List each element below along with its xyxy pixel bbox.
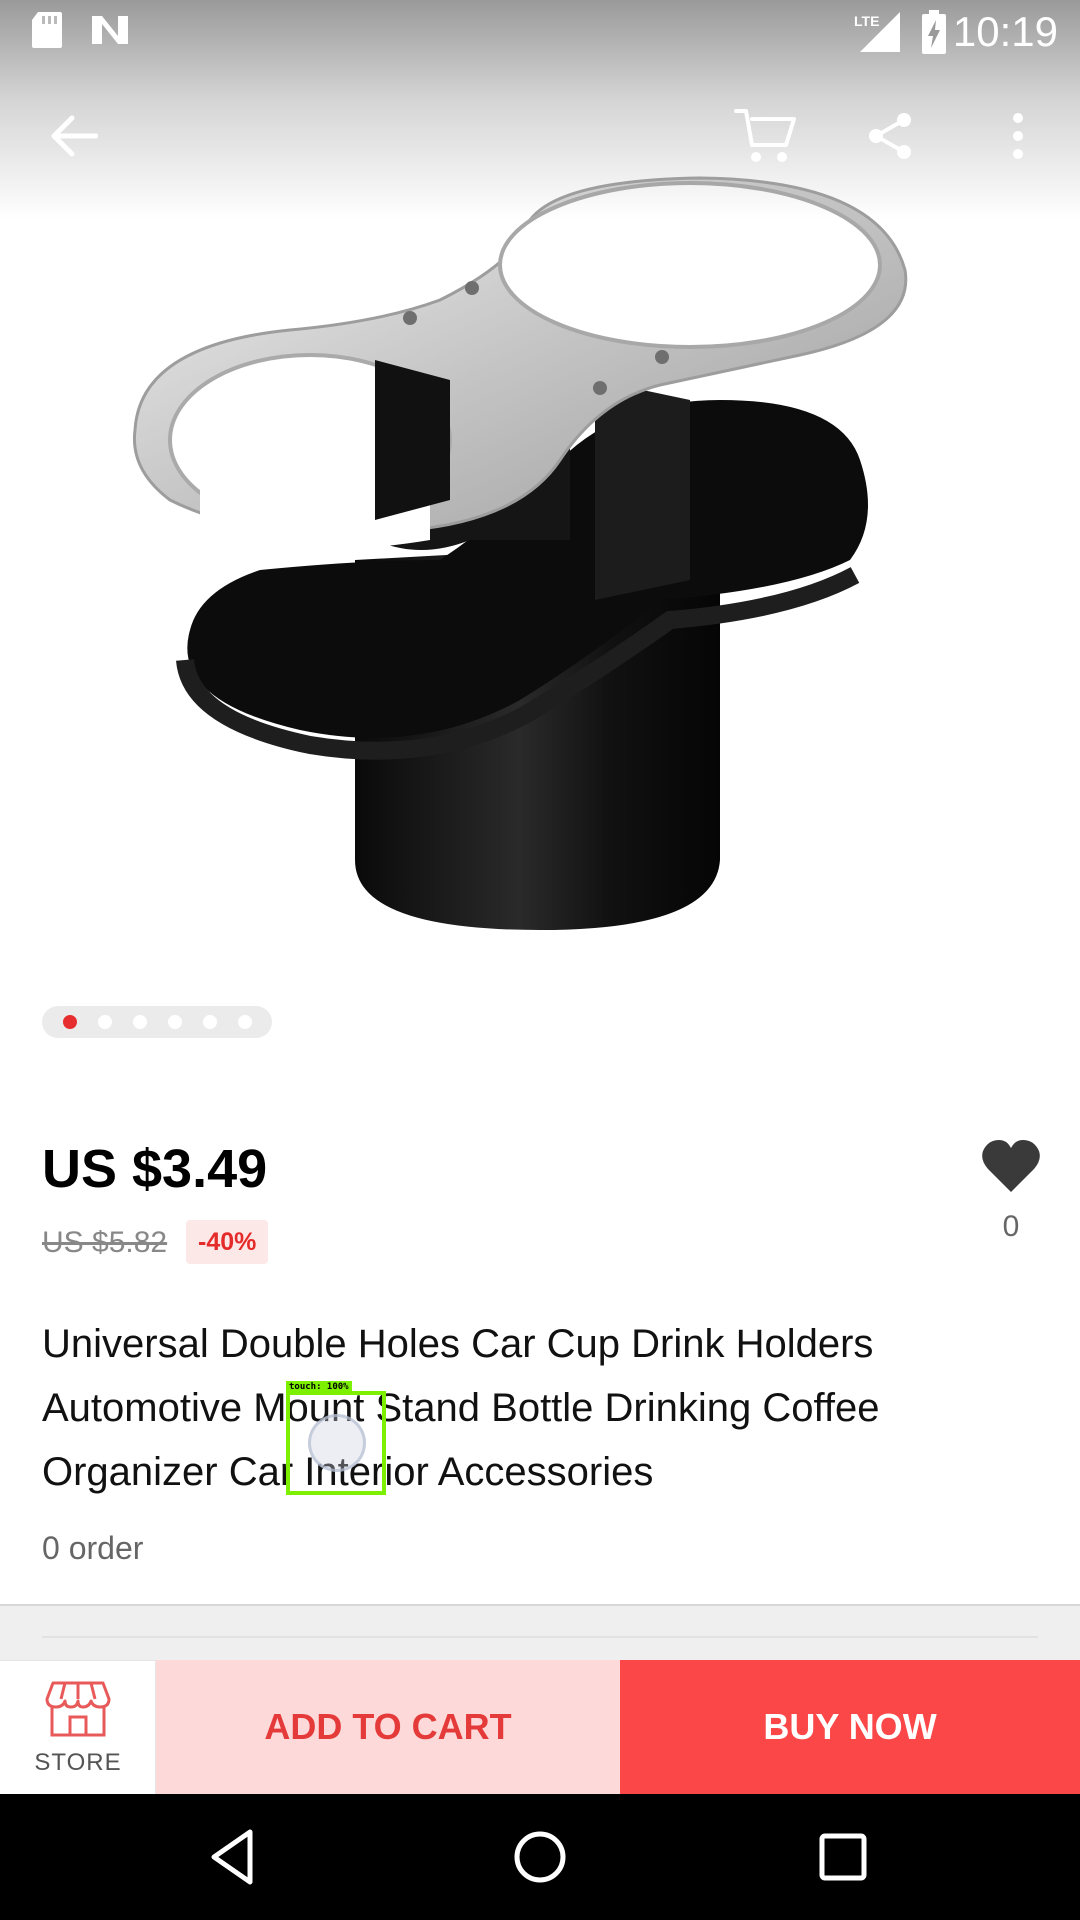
nav-home-icon[interactable] [505,1822,575,1892]
svg-text:LTE: LTE [854,13,879,29]
touch-indicator-label: touch: 100% [286,1381,352,1393]
back-arrow-icon[interactable] [38,100,110,172]
store-label: STORE [34,1749,122,1776]
battery-charging-icon [920,10,948,59]
buy-now-button[interactable]: BUY NOW [620,1660,1080,1794]
store-button[interactable]: STORE [0,1660,156,1794]
product-detail-screen: LTE 10:19 US $3.49 US $5.82 -40% 0 Unive… [0,0,1080,1920]
image-pager-dots[interactable] [42,1006,272,1038]
store-icon [45,1681,111,1737]
wishlist-button[interactable]: 0 [976,1134,1046,1254]
divider [42,1636,1038,1638]
system-nav-bar [0,1794,1080,1920]
heart-icon [982,1140,1040,1192]
nav-recents-icon[interactable] [808,1822,878,1892]
wishlist-count: 0 [1002,1210,1020,1243]
bottom-action-bar: STORE ADD TO CART BUY NOW [0,1660,1080,1794]
notification-n-icon [88,10,132,55]
share-icon[interactable] [854,100,926,172]
discount-badge: -40% [186,1220,269,1264]
sd-card-icon [30,10,64,55]
pager-dot[interactable] [167,1015,182,1029]
current-price: US $3.49 [42,1139,268,1199]
pager-dot[interactable] [97,1015,112,1029]
pager-dot[interactable] [132,1015,147,1029]
status-bar: LTE 10:19 [0,0,1080,63]
more-vert-icon[interactable] [982,100,1054,172]
status-time: 10:19 [952,8,1058,55]
touch-indicator-box [286,1391,386,1495]
nav-back-icon[interactable] [200,1822,270,1892]
pager-dot[interactable] [237,1015,252,1029]
lte-signal-icon: LTE [852,10,902,59]
pager-dot[interactable] [62,1015,77,1029]
section-separator [0,1606,1080,1660]
product-title: Universal Double Holes Car Cup Drink Hol… [42,1322,880,1494]
add-to-cart-button[interactable]: ADD TO CART [156,1660,620,1794]
order-count: 0 order [42,1530,144,1566]
cart-icon[interactable] [730,100,802,172]
pager-dot[interactable] [202,1015,217,1029]
original-price: US $5.82 [42,1226,168,1259]
